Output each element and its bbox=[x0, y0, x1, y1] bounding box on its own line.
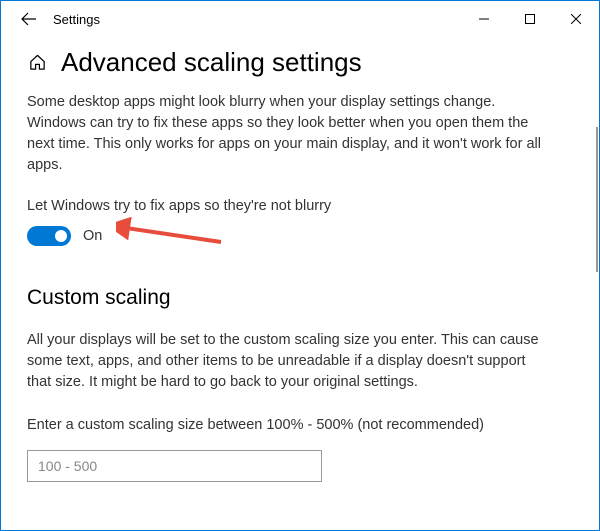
toggle-knob bbox=[55, 230, 67, 242]
maximize-button[interactable] bbox=[507, 3, 553, 35]
window-buttons bbox=[461, 3, 599, 35]
content-area: Advanced scaling settings Some desktop a… bbox=[1, 37, 599, 482]
scaling-input-label: Enter a custom scaling size between 100%… bbox=[27, 415, 547, 436]
minimize-icon bbox=[479, 14, 489, 24]
scrollbar-thumb[interactable] bbox=[596, 127, 598, 272]
fix-blurry-toggle-row: On bbox=[27, 226, 573, 246]
fix-blurry-toggle[interactable] bbox=[27, 226, 71, 246]
close-button[interactable] bbox=[553, 3, 599, 35]
back-button[interactable] bbox=[9, 1, 49, 37]
blurry-apps-description: Some desktop apps might look blurry when… bbox=[27, 92, 547, 176]
toggle-state-text: On bbox=[83, 228, 102, 244]
page-header: Advanced scaling settings bbox=[27, 47, 573, 78]
custom-scaling-input[interactable] bbox=[27, 450, 322, 482]
minimize-button[interactable] bbox=[461, 3, 507, 35]
custom-scaling-description: All your displays will be set to the cus… bbox=[27, 330, 547, 393]
titlebar: Settings bbox=[1, 1, 599, 37]
custom-scaling-heading: Custom scaling bbox=[27, 286, 573, 310]
home-icon[interactable] bbox=[27, 53, 47, 73]
titlebar-title: Settings bbox=[53, 12, 100, 27]
arrow-left-icon bbox=[21, 11, 37, 27]
fix-blurry-toggle-label: Let Windows try to fix apps so they're n… bbox=[27, 198, 573, 214]
page-title: Advanced scaling settings bbox=[61, 47, 362, 78]
maximize-icon bbox=[525, 14, 535, 24]
close-icon bbox=[571, 14, 581, 24]
